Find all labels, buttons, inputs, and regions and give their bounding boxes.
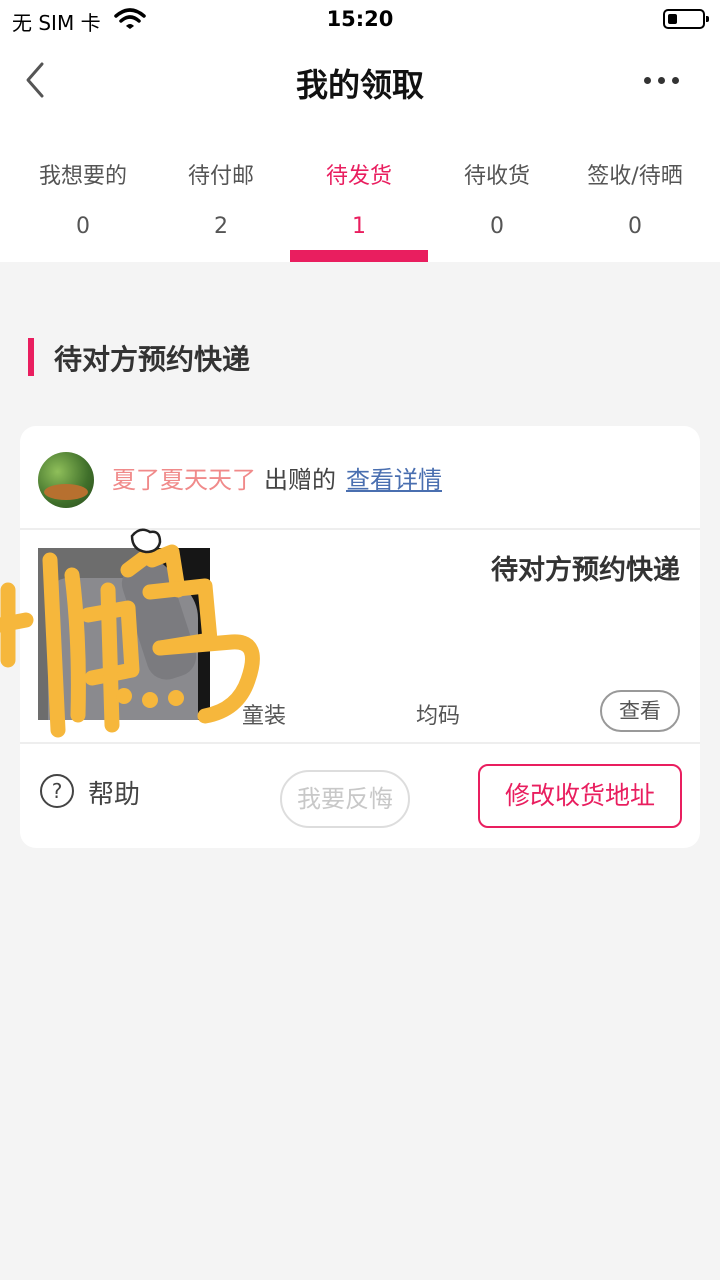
tab-count: 1 <box>352 214 366 239</box>
header-area: 无 SIM 卡 15:20 我的领取 我想要的 0 待付邮 2 待发货 1 待收… <box>0 0 720 262</box>
help-icon[interactable]: ? <box>40 774 74 808</box>
change-address-button[interactable]: 修改收货地址 <box>478 764 682 828</box>
divider <box>20 742 700 744</box>
section-marker <box>28 338 34 376</box>
clock: 15:20 <box>326 7 394 31</box>
product-size: 均码 <box>416 704 461 729</box>
giver-line: 夏了夏天天了 出赠的 查看详情 <box>112 460 442 495</box>
tab-received[interactable]: 签收/待晒 0 <box>566 150 704 262</box>
tab-count: 0 <box>490 214 504 239</box>
more-button[interactable] <box>640 66 684 96</box>
tab-label: 待收货 <box>463 164 530 189</box>
tab-label: 我想要的 <box>38 164 127 189</box>
giver-verb: 出赠的 <box>264 466 336 494</box>
divider <box>20 528 700 530</box>
product-image[interactable] <box>38 548 210 720</box>
battery-icon <box>663 9 709 29</box>
tab-pending-shipment[interactable]: 待发货 1 <box>290 150 428 262</box>
tab-count: 0 <box>628 214 642 239</box>
status-bar: 无 SIM 卡 15:20 <box>0 0 720 40</box>
help-label[interactable]: 帮助 <box>88 774 140 811</box>
tab-pending-postage[interactable]: 待付邮 2 <box>152 150 290 262</box>
active-tab-indicator <box>290 250 428 262</box>
order-status: 待对方预约快递 <box>491 555 680 586</box>
tab-label: 待付邮 <box>187 164 254 189</box>
tab-count: 2 <box>214 214 228 239</box>
tab-wanted[interactable]: 我想要的 0 <box>14 150 152 262</box>
tab-count: 0 <box>76 214 90 239</box>
section-title: 待对方预约快递 <box>54 343 251 376</box>
order-card: 夏了夏天天了 出赠的 查看详情 待对方预约快递 童装 均码 查看 ? 帮助 我要反悔… <box>20 426 700 848</box>
status-tabs: 我想要的 0 待付邮 2 待发货 1 待收货 0 签收/待晒 0 <box>14 150 704 262</box>
regret-button: 我要反悔 <box>280 770 410 828</box>
giver-name[interactable]: 夏了夏天天了 <box>112 466 256 494</box>
page-title: 我的领取 <box>295 66 424 104</box>
product-category: 童装 <box>242 704 287 729</box>
avatar[interactable] <box>38 452 94 508</box>
view-details-link[interactable]: 查看详情 <box>346 466 442 494</box>
tab-label: 签收/待晒 <box>587 164 683 189</box>
tab-pending-receipt[interactable]: 待收货 0 <box>428 150 566 262</box>
tab-label: 待发货 <box>325 164 392 189</box>
view-button[interactable]: 查看 <box>600 690 680 732</box>
